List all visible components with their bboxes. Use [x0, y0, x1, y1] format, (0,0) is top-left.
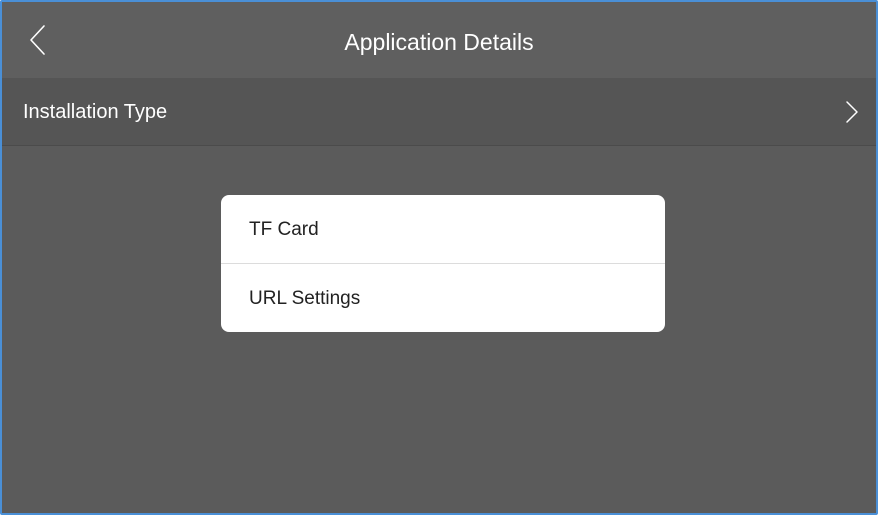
chevron-right-icon	[846, 101, 858, 123]
chevron-left-icon	[30, 25, 45, 55]
installation-type-row[interactable]: Installation Type	[2, 78, 876, 146]
back-button[interactable]	[22, 22, 58, 58]
installation-type-dialog: TF Card URL Settings	[221, 195, 665, 332]
option-tf-card[interactable]: TF Card	[221, 195, 665, 263]
title-bar: Application Details	[2, 2, 876, 78]
installation-type-label: Installation Type	[23, 101, 168, 123]
page-title: Application Details	[344, 29, 534, 55]
option-label: URL Settings	[249, 288, 361, 309]
option-label: TF Card	[249, 219, 319, 240]
option-url-settings[interactable]: URL Settings	[221, 264, 665, 332]
